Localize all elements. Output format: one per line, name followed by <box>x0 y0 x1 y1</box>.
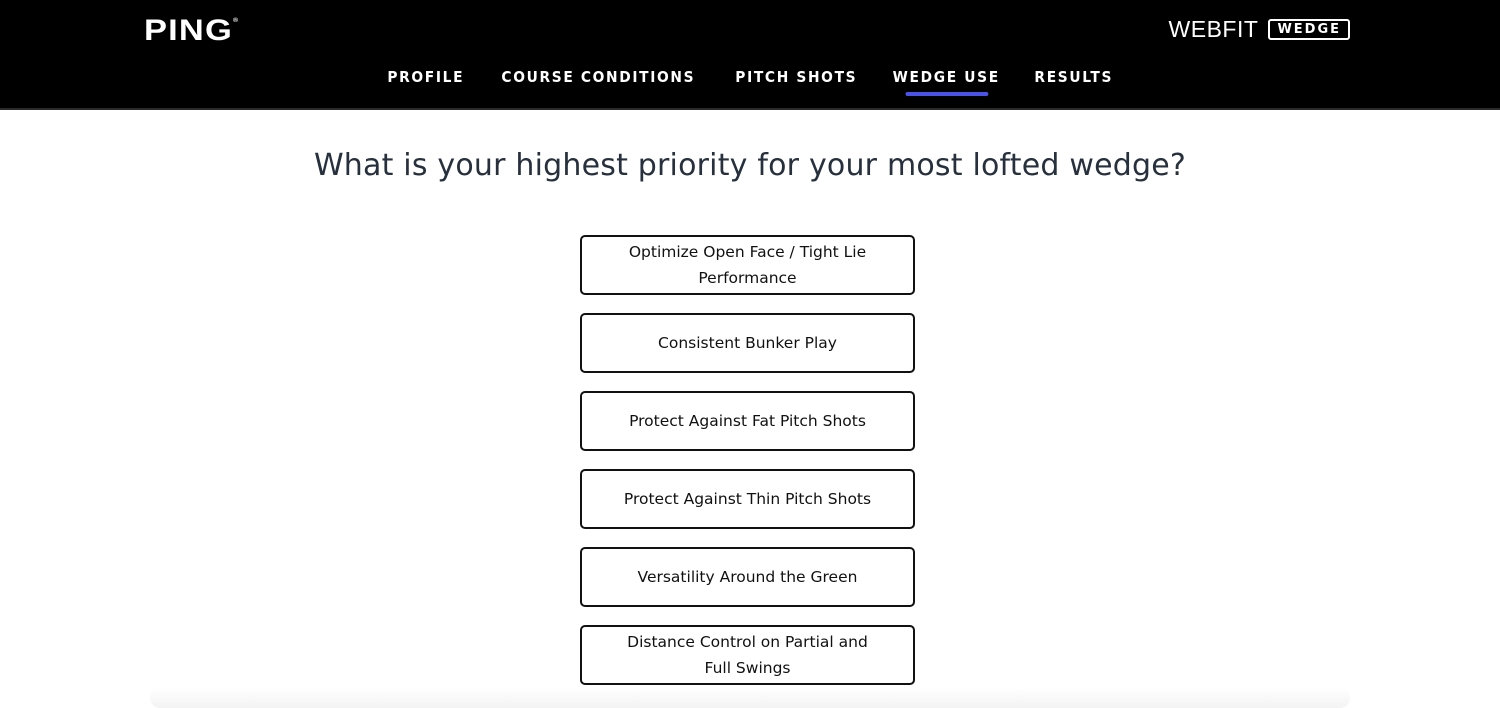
ping-logo[interactable]: PING® <box>144 14 239 48</box>
step-navigation: PROFILE COURSE CONDITIONS PITCH SHOTS WE… <box>0 68 1500 96</box>
nav-item-wedge-use[interactable]: WEDGE USE <box>893 68 1000 96</box>
option-protect-thin-pitch[interactable]: Protect Against Thin Pitch Shots <box>580 469 915 529</box>
option-open-face-tight-lie[interactable]: Optimize Open Face / Tight Lie Performan… <box>580 235 915 295</box>
option-consistent-bunker-play[interactable]: Consistent Bunker Play <box>580 313 915 373</box>
nav-item-pitch-shots[interactable]: PITCH SHOTS <box>735 68 857 94</box>
option-distance-control[interactable]: Distance Control on Partial and Full Swi… <box>580 625 915 685</box>
nav-item-profile[interactable]: PROFILE <box>387 68 464 94</box>
option-versatility-around-green[interactable]: Versatility Around the Green <box>580 547 915 607</box>
brand-name: WEBFIT <box>1168 16 1259 42</box>
option-protect-fat-pitch[interactable]: Protect Against Fat Pitch Shots <box>580 391 915 451</box>
answer-options: Optimize Open Face / Tight Lie Performan… <box>580 235 915 685</box>
question-title: What is your highest priority for your m… <box>313 148 1187 183</box>
footer-panel-edge <box>150 688 1350 708</box>
webfit-brand: WEBFIT WEDGE <box>1169 16 1350 43</box>
brand-badge: WEDGE <box>1268 19 1350 40</box>
nav-item-results[interactable]: RESULTS <box>1034 68 1113 94</box>
nav-item-course-conditions[interactable]: COURSE CONDITIONS <box>502 68 696 94</box>
site-header: PING® WEBFIT WEDGE PROFILE COURSE CONDIT… <box>0 0 1500 110</box>
registered-mark: ® <box>232 18 240 24</box>
logo-text: PING <box>144 14 233 47</box>
